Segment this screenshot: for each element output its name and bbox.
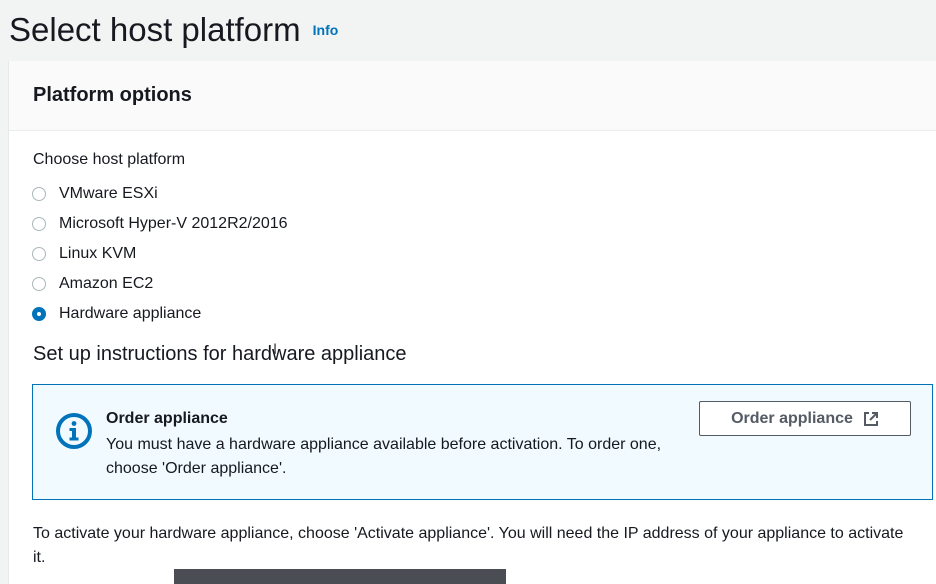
radio-button[interactable] xyxy=(32,217,46,231)
radio-button[interactable] xyxy=(32,247,46,261)
radio-button-selected[interactable] xyxy=(32,307,46,321)
radio-button[interactable] xyxy=(32,187,46,201)
order-appliance-button-label: Order appliance xyxy=(731,409,853,427)
radio-label: Microsoft Hyper-V 2012R2/2016 xyxy=(59,215,288,232)
activation-instructions-text: To activate your hardware appliance, cho… xyxy=(33,525,904,566)
panel-title: Platform options xyxy=(33,84,192,106)
alert-body: You must have a hardware appliance avail… xyxy=(106,436,662,477)
alert-title: Order appliance xyxy=(106,410,228,427)
radio-option-hardware-appliance[interactable]: Hardware appliance xyxy=(32,299,288,329)
order-appliance-button[interactable]: Order appliance xyxy=(699,401,911,436)
radio-option-hyper-v[interactable]: Microsoft Hyper-V 2012R2/2016 xyxy=(32,209,288,239)
radio-option-linux-kvm[interactable]: Linux KVM xyxy=(32,239,288,269)
overlay-bar xyxy=(174,569,506,584)
radio-option-vmware-esxi[interactable]: VMware ESXi xyxy=(32,179,288,209)
host-platform-label: Choose host platform xyxy=(33,151,186,168)
radio-option-amazon-ec2[interactable]: Amazon EC2 xyxy=(32,269,288,299)
host-platform-radio-group: VMware ESXi Microsoft Hyper-V 2012R2/201… xyxy=(32,179,288,329)
info-link[interactable]: Info xyxy=(313,22,339,38)
radio-label: Linux KVM xyxy=(59,245,137,262)
platform-options-panel: Platform options Choose host platform VM… xyxy=(8,61,936,584)
setup-instructions-title: Set up instructions for hardware applian… xyxy=(33,343,407,365)
panel-header: Platform options xyxy=(9,61,936,131)
info-circle-icon xyxy=(56,413,92,449)
external-link-icon xyxy=(863,411,878,426)
page-title: Select host platform xyxy=(9,11,301,48)
text-cursor-icon: I xyxy=(273,342,278,358)
radio-label: Hardware appliance xyxy=(59,305,202,322)
order-appliance-alert: Order appliance You must have a hardware… xyxy=(32,384,933,500)
radio-label: VMware ESXi xyxy=(59,185,158,202)
page-header: Select host platform Info xyxy=(9,0,339,48)
radio-button[interactable] xyxy=(32,277,46,291)
radio-label: Amazon EC2 xyxy=(59,275,154,292)
